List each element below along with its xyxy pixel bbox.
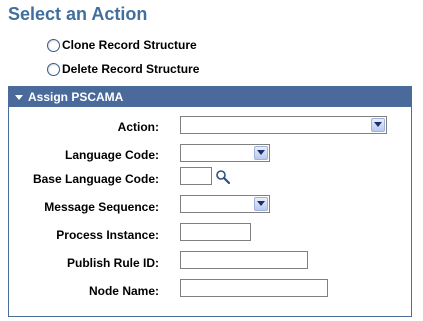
node-name-label: Node Name: — [88, 284, 159, 298]
process-instance-label: Process Instance: — [56, 228, 159, 242]
magnifier-icon[interactable] — [215, 169, 231, 185]
chevron-down-icon[interactable] — [371, 118, 385, 132]
action-select[interactable] — [180, 116, 387, 134]
language-code-label: Language Code: — [64, 148, 159, 162]
message-sequence-select[interactable] — [180, 195, 270, 213]
base-language-code-label: Base Language Code: — [32, 172, 159, 186]
delete-radio-label: Delete Record Structure — [62, 62, 200, 76]
chevron-down-icon[interactable] — [254, 146, 268, 160]
triangle-down-icon[interactable] — [15, 94, 23, 100]
clone-radio-label: Clone Record Structure — [62, 38, 197, 52]
clone-radio-button[interactable] — [47, 38, 60, 52]
action-label: Action: — [117, 120, 159, 134]
clone-record-option[interactable]: Clone Record Structure — [47, 37, 197, 53]
delete-record-option[interactable]: Delete Record Structure — [47, 61, 199, 77]
assign-pscama-panel: Assign PSCAMA Action: Language Code: Bas… — [8, 86, 412, 317]
delete-radio-button[interactable] — [47, 62, 60, 76]
publish-rule-id-field[interactable] — [180, 251, 308, 269]
language-code-select[interactable] — [180, 144, 270, 162]
panel-title: Assign PSCAMA — [28, 90, 124, 104]
base-language-code-field[interactable] — [180, 167, 212, 185]
publish-rule-id-label: Publish Rule ID: — [66, 256, 159, 270]
message-sequence-label: Message Sequence: — [44, 200, 159, 214]
panel-header[interactable]: Assign PSCAMA — [9, 87, 411, 107]
node-name-field[interactable] — [180, 279, 328, 297]
chevron-down-icon[interactable] — [254, 197, 268, 211]
process-instance-field[interactable] — [180, 223, 251, 241]
page-title: Select an Action — [8, 4, 148, 24]
